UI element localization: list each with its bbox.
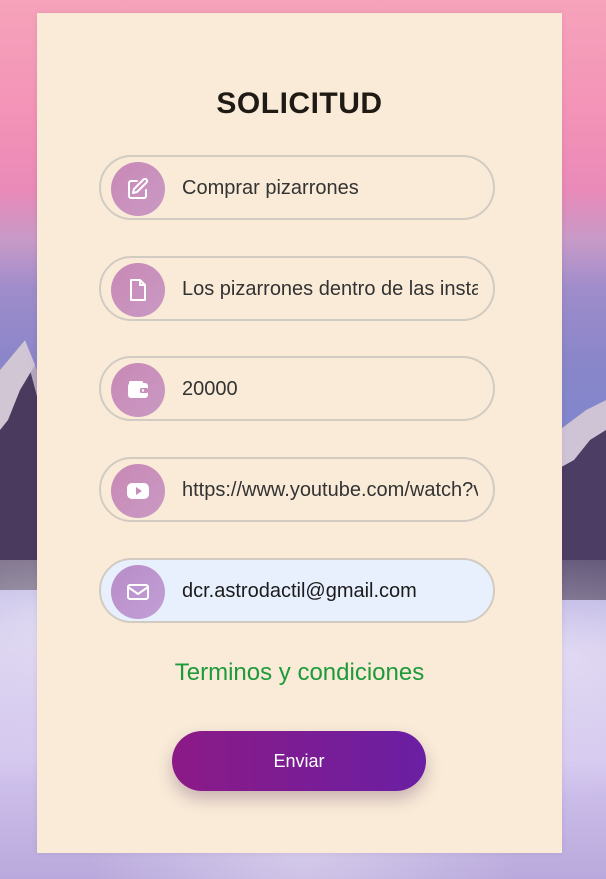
form-title: SOLICITUD [216,87,383,120]
description-field [99,256,495,321]
envelope-icon [111,565,165,619]
youtube-icon [111,464,165,518]
email-input[interactable] [182,572,478,610]
terms-link[interactable]: Terminos y condiciones [37,659,562,687]
amount-field [99,356,495,421]
submit-button[interactable]: Enviar [172,731,426,791]
request-form-card: SOLICITUD Comprar pizarrones Los pizarro… [37,13,562,853]
video-url-field [99,457,495,522]
amount-input[interactable] [182,370,478,408]
file-icon [111,263,165,317]
subject-field [99,155,495,220]
edit-icon [111,162,165,216]
subject-input[interactable] [182,169,478,207]
video-url-input[interactable] [182,471,478,509]
email-field [99,558,495,623]
description-input[interactable] [182,270,478,308]
wallet-icon [111,363,165,417]
